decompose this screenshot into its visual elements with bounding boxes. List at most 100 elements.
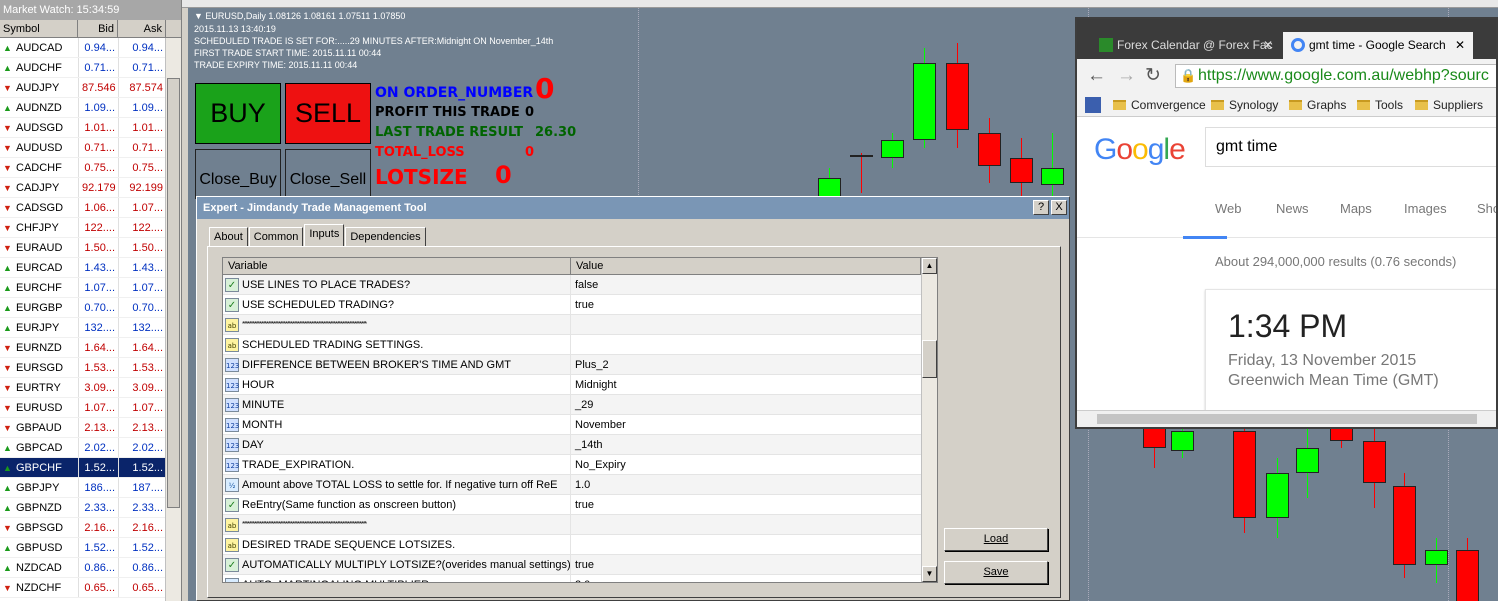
buy-button[interactable]: BUY: [195, 83, 281, 144]
market-watch-row[interactable]: ▲ AUDCAD 0.94... 0.94...: [0, 38, 181, 58]
search-input[interactable]: gmt time: [1205, 127, 1496, 167]
forward-icon[interactable]: →: [1117, 66, 1136, 86]
value-cell[interactable]: true: [571, 295, 921, 314]
column-value[interactable]: Value: [571, 258, 921, 274]
market-watch-row[interactable]: ▼ EURUSD 1.07... 1.07...: [0, 398, 181, 418]
input-row[interactable]: 123 MONTH November: [223, 415, 937, 435]
market-watch-row[interactable]: ▲ EURCAD 1.43... 1.43...: [0, 258, 181, 278]
horizontal-scrollbar[interactable]: [1077, 410, 1496, 427]
market-watch-row[interactable]: ▼ CADCHF 0.75... 0.75...: [0, 158, 181, 178]
input-row[interactable]: ✓ ReEntry(Same function as onscreen butto…: [223, 495, 937, 515]
close-sell-button[interactable]: Close_Sell: [285, 149, 371, 199]
close-icon[interactable]: ✕: [1455, 32, 1465, 58]
bookmark-graphs[interactable]: Graphs: [1289, 96, 1346, 114]
column-bid[interactable]: Bid: [78, 20, 118, 37]
market-watch-row[interactable]: ▼ AUDSGD 1.01... 1.01...: [0, 118, 181, 138]
scroll-down-icon[interactable]: ▼: [922, 566, 937, 582]
market-watch-row[interactable]: ▼ AUDUSD 0.71... 0.71...: [0, 138, 181, 158]
market-watch-row[interactable]: ▲ AUDCHF 0.71... 0.71...: [0, 58, 181, 78]
value-cell[interactable]: Midnight: [571, 375, 921, 394]
input-row[interactable]: ½AUTO_MARTINGALING MULTIPLIER2.0: [223, 575, 937, 582]
market-watch-row[interactable]: ▼ CADSGD 1.06... 1.07...: [0, 198, 181, 218]
nav-images[interactable]: Images: [1404, 201, 1447, 216]
collapse-icon[interactable]: ▼: [194, 11, 205, 21]
column-symbol[interactable]: Symbol: [0, 20, 78, 37]
reload-icon[interactable]: ↻: [1145, 66, 1161, 86]
value-cell[interactable]: [571, 315, 921, 334]
market-watch-row[interactable]: ▲ GBPJPY 186.... 187....: [0, 478, 181, 498]
bookmark-suppliers[interactable]: Suppliers: [1415, 96, 1483, 114]
tab-gmt-time[interactable]: gmt time - Google Search ✕: [1283, 32, 1473, 59]
address-bar[interactable]: 🔒 https://www.google.com.au/webhp?sourc: [1175, 64, 1496, 88]
value-cell[interactable]: _29: [571, 395, 921, 414]
market-watch-row[interactable]: ▲ GBPCHF 1.52... 1.52...: [0, 458, 181, 478]
value-cell[interactable]: false: [571, 275, 921, 294]
column-ask[interactable]: Ask: [118, 20, 166, 37]
close-button[interactable]: X: [1051, 200, 1067, 215]
value-cell[interactable]: true: [571, 495, 921, 514]
market-watch-row[interactable]: ▲ AUDNZD 1.09... 1.09...: [0, 98, 181, 118]
value-cell[interactable]: [571, 335, 921, 354]
market-watch-row[interactable]: ▼ EURNZD 1.64... 1.64...: [0, 338, 181, 358]
scroll-up-icon[interactable]: ▲: [922, 258, 937, 274]
input-row[interactable]: 123 DAY _14th: [223, 435, 937, 455]
input-row[interactable]: ab **************************************…: [223, 515, 937, 535]
value-cell[interactable]: [571, 535, 921, 554]
back-icon[interactable]: ←: [1087, 66, 1106, 86]
market-watch-row[interactable]: ▲ NZDCAD 0.86... 0.86...: [0, 558, 181, 578]
nav-shopping[interactable]: Sho: [1477, 201, 1496, 216]
input-row[interactable]: 123 DIFFERENCE BETWEEN BROKER'S TIME AND …: [223, 355, 937, 375]
value-cell[interactable]: true: [571, 555, 921, 574]
tab-forex-calendar[interactable]: Forex Calendar @ Forex Fac ✕: [1091, 32, 1281, 59]
tab-dependencies[interactable]: Dependencies: [345, 227, 426, 247]
tab-inputs[interactable]: Inputs: [304, 224, 345, 247]
scrollbar-thumb[interactable]: [922, 340, 937, 378]
market-watch-row[interactable]: ▲ EURGBP 0.70... 0.70...: [0, 298, 181, 318]
input-row[interactable]: ✓ AUTOMATICALLY MULTIPLY LOTSIZE?(overide…: [223, 555, 937, 575]
nav-web[interactable]: Web: [1215, 201, 1242, 216]
market-watch-scrollbar[interactable]: [165, 38, 181, 601]
save-button[interactable]: Save: [944, 561, 1048, 584]
value-cell[interactable]: Plus_2: [571, 355, 921, 374]
market-watch-row[interactable]: ▼ CADJPY 92.179 92.199: [0, 178, 181, 198]
input-row[interactable]: ✓ USE SCHEDULED TRADING? true: [223, 295, 937, 315]
help-button[interactable]: ?: [1033, 200, 1049, 215]
market-watch-row[interactable]: ▲ GBPNZD 2.33... 2.33...: [0, 498, 181, 518]
value-cell[interactable]: No_Expiry: [571, 455, 921, 474]
input-row[interactable]: 123 TRADE_EXPIRATION. No_Expiry: [223, 455, 937, 475]
market-watch-row[interactable]: ▼ GBPSGD 2.16... 2.16...: [0, 518, 181, 538]
market-watch-row[interactable]: ▼ CHFJPY 122.... 122....: [0, 218, 181, 238]
market-watch-row[interactable]: ▼ EURSGD 1.53... 1.53...: [0, 358, 181, 378]
sell-button[interactable]: SELL: [285, 83, 371, 144]
value-cell[interactable]: 1.0: [571, 475, 921, 494]
value-cell[interactable]: [571, 515, 921, 534]
close-icon[interactable]: ✕: [1263, 32, 1273, 58]
inputs-scrollbar[interactable]: ▲ ▼: [921, 258, 937, 582]
market-watch-row[interactable]: ▼ EURAUD 1.50... 1.50...: [0, 238, 181, 258]
column-variable[interactable]: Variable: [223, 258, 571, 274]
scrollbar-thumb[interactable]: [1097, 414, 1477, 424]
market-watch-row[interactable]: ▼ AUDJPY 87.546 87.574: [0, 78, 181, 98]
market-watch-row[interactable]: ▼ GBPAUD 2.13... 2.13...: [0, 418, 181, 438]
market-watch-row[interactable]: ▼ EURTRY 3.09... 3.09...: [0, 378, 181, 398]
market-watch-row[interactable]: ▼ NZDCHF 0.65... 0.65...: [0, 578, 181, 598]
nav-news[interactable]: News: [1276, 201, 1309, 216]
value-cell[interactable]: 2.0: [571, 575, 921, 582]
value-cell[interactable]: November: [571, 415, 921, 434]
tab-common[interactable]: Common: [248, 227, 304, 247]
market-watch-row[interactable]: ▲ GBPCAD 2.02... 2.02...: [0, 438, 181, 458]
input-row[interactable]: ½ Amount above TOTAL LOSS to settle for. …: [223, 475, 937, 495]
market-watch-row[interactable]: ▲ EURCHF 1.07... 1.07...: [0, 278, 181, 298]
load-button[interactable]: Load: [944, 528, 1048, 551]
bookmark-comvergence[interactable]: Comvergence: [1113, 96, 1206, 114]
market-watch-row[interactable]: ▲ GBPUSD 1.52... 1.52...: [0, 538, 181, 558]
value-cell[interactable]: _14th: [571, 435, 921, 454]
market-watch-row[interactable]: ▲ EURJPY 132.... 132....: [0, 318, 181, 338]
close-buy-button[interactable]: Close_Buy: [195, 149, 281, 199]
input-row[interactable]: ab **************************************…: [223, 315, 937, 335]
apps-icon[interactable]: [1085, 97, 1101, 113]
input-row[interactable]: ✓ USE LINES TO PLACE TRADES? false: [223, 275, 937, 295]
input-row[interactable]: ab SCHEDULED TRADING SETTINGS.: [223, 335, 937, 355]
tab-about[interactable]: About: [209, 227, 248, 247]
bookmark-tools[interactable]: Tools: [1357, 96, 1403, 114]
